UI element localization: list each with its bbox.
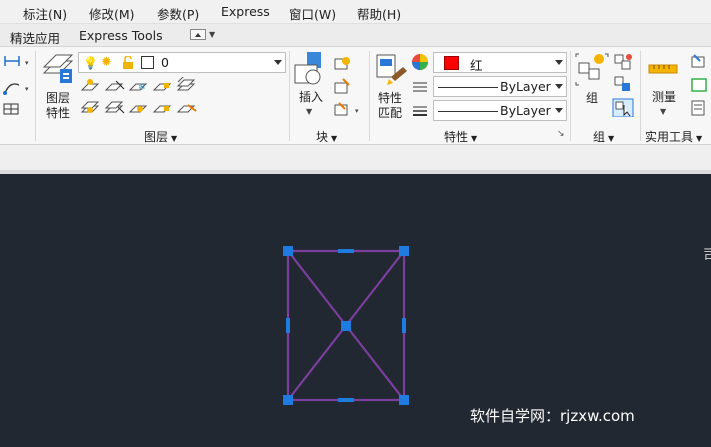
ribbon-gap: [0, 145, 711, 170]
chevron-down-icon: [555, 60, 563, 65]
grip-corner[interactable]: [399, 246, 409, 256]
linetype-lineweight-icons[interactable]: [411, 79, 429, 123]
linetype-value: ByLayer: [500, 79, 551, 94]
layer-color-swatch[interactable]: [141, 56, 154, 69]
sun-thaw-icon[interactable]: ✹: [101, 55, 112, 70]
insert-block-icon[interactable]: [293, 51, 329, 89]
utility-tools-icons[interactable]: [690, 53, 710, 117]
lineweight-value: ByLayer: [500, 103, 551, 118]
unlock-icon[interactable]: [121, 56, 135, 70]
ruler-icon[interactable]: [648, 61, 680, 77]
linetype-preview: [438, 87, 498, 88]
menu-modify[interactable]: 修改(M): [89, 4, 135, 23]
utilities-panel-label[interactable]: 实用工具 ▼: [645, 128, 702, 145]
grip-corner[interactable]: [283, 395, 293, 405]
svg-text:❄: ❄: [138, 83, 146, 93]
linetype-dropdown[interactable]: ByLayer: [433, 76, 567, 97]
group-tools-icons[interactable]: [612, 53, 636, 117]
grip-corner[interactable]: [283, 246, 293, 256]
layer-properties-icon[interactable]: [42, 53, 74, 89]
measure-label[interactable]: 测量: [650, 90, 678, 105]
menu-dimension[interactable]: 标注(N): [23, 4, 67, 23]
group-label[interactable]: 组: [580, 91, 604, 106]
chevron-down-icon[interactable]: ▼: [306, 107, 312, 116]
block-tools-icons[interactable]: ▾: [333, 53, 365, 121]
menu-express[interactable]: Express: [221, 4, 270, 19]
grip-midpoint[interactable]: [286, 318, 290, 333]
layers-panel-label[interactable]: 图层 ▼: [144, 128, 177, 145]
layer-tools-icons[interactable]: ❄: [80, 77, 200, 123]
svg-text:▾: ▾: [25, 59, 29, 67]
chevron-down-icon[interactable]: ▼: [660, 107, 666, 116]
chevron-down-icon: [555, 84, 563, 89]
grip-midpoint[interactable]: [338, 249, 354, 253]
block-panel-label[interactable]: 块 ▼: [316, 128, 337, 145]
chevron-down-icon: [274, 60, 282, 65]
groups-panel-label[interactable]: 组 ▼: [593, 128, 614, 145]
layer-dropdown[interactable]: 💡 ✹ 0: [78, 52, 286, 73]
selected-rectangle-with-diagonals[interactable]: [280, 243, 412, 408]
color-value: 红: [470, 58, 483, 73]
insert-label[interactable]: 插入: [296, 90, 326, 105]
svg-text:▾: ▾: [25, 85, 29, 93]
match-properties-icon[interactable]: [375, 53, 409, 89]
group-icon[interactable]: [575, 53, 609, 89]
menu-parametric[interactable]: 参数(P): [157, 4, 199, 23]
ribbon-tab-bar: 精选应用 Express Tools ▼: [0, 24, 711, 47]
match-properties-label[interactable]: 特性 匹配: [373, 91, 407, 121]
menu-help[interactable]: 帮助(H): [357, 4, 401, 23]
menu-window[interactable]: 窗口(W): [289, 4, 336, 23]
tab-express-tools[interactable]: Express Tools: [79, 28, 163, 43]
color-swatch: [444, 56, 459, 70]
lineweight-dropdown[interactable]: ByLayer: [433, 100, 567, 121]
tab-featured-apps[interactable]: 精选应用: [10, 28, 60, 47]
grip-midpoint[interactable]: [402, 318, 406, 333]
watermark-text: 软件自学网：rjzxw.com: [470, 407, 635, 425]
menu-bar: 标注(N) 修改(M) 参数(P) Express 窗口(W) 帮助(H): [0, 0, 711, 24]
current-layer-name: 0: [161, 55, 169, 70]
lineweight-preview: [438, 111, 498, 112]
color-wheel-icon[interactable]: [411, 53, 429, 71]
ribbon: ▾ ▾ 图层 特性 💡 ✹ 0 ❄ 图层 ▼ 插入 ▼ ▾ 块 ▼ 特性 匹配 …: [0, 47, 711, 145]
lightbulb-on-icon[interactable]: 💡: [83, 56, 98, 70]
layer-properties-label[interactable]: 图层 特性: [42, 91, 74, 121]
dimension-tools-icon[interactable]: ▾ ▾: [2, 55, 32, 115]
svg-text:▾: ▾: [355, 107, 359, 115]
minimize-ribbon-icon[interactable]: [190, 29, 206, 40]
grip-corner[interactable]: [399, 395, 409, 405]
chevron-down-icon: [555, 108, 563, 113]
viewcube-partial-text: 司: [703, 246, 711, 264]
color-dropdown[interactable]: 红: [433, 52, 567, 73]
dialog-launcher-icon[interactable]: ↘: [557, 129, 565, 139]
properties-panel-label[interactable]: 特性 ▼: [444, 128, 477, 145]
chevron-down-icon[interactable]: ▼: [209, 30, 215, 39]
grip-midpoint[interactable]: [338, 398, 354, 402]
grip-center[interactable]: [341, 321, 351, 331]
